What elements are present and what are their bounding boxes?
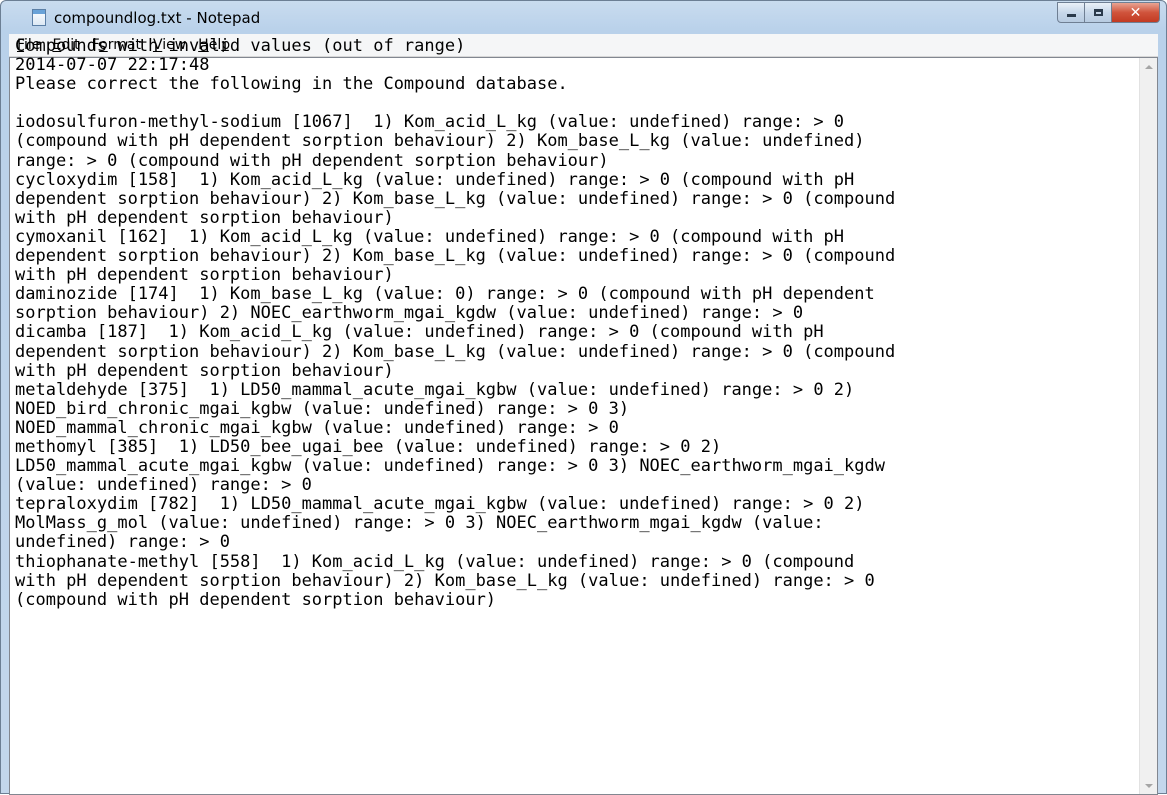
document-line: cycloxydim [158] 1) Kom_acid_L_kg (value… (15, 169, 855, 190)
document-line: dependent sorption behaviour) 2) Kom_bas… (15, 188, 896, 209)
document-line: cymoxanil [162] 1) Kom_acid_L_kg (value:… (15, 226, 845, 247)
document-line: range: > 0 (compound with pH dependent s… (15, 150, 609, 171)
caption-buttons: ✕ (1057, 2, 1160, 23)
document-line: sorption behaviour) 2) NOEC_earthworm_mg… (15, 303, 804, 324)
maximize-button[interactable] (1085, 2, 1112, 23)
document-line: (compound with pH dependent sorption beh… (15, 131, 865, 152)
document-line: daminozide [174] 1) Kom_base_L_kg (value… (15, 284, 875, 305)
document-line: dependent sorption behaviour) 2) Kom_bas… (15, 246, 896, 267)
document-line (15, 94, 1145, 113)
notepad-window: compoundlog.txt - Notepad ✕ File Edit Fo… (0, 0, 1167, 795)
notepad-icon[interactable] (32, 9, 46, 26)
document-line: 2014-07-07 22:17:48 (15, 55, 210, 76)
document-line: iodosulfuron-methyl-sodium [1067] 1) Kom… (15, 112, 845, 133)
minimize-button[interactable] (1057, 2, 1085, 23)
document-line: metaldehyde [375] 1) LD50_mammal_acute_m… (15, 379, 855, 400)
maximize-icon (1093, 9, 1103, 16)
document-line: dicamba [187] 1) Kom_acid_L_kg (value: u… (15, 322, 824, 343)
document-line: methomyl [385] 1) LD50_bee_ugai_bee (val… (15, 436, 722, 457)
document-line: Please correct the following in the Comp… (15, 74, 568, 95)
scroll-down-icon[interactable] (1140, 777, 1157, 794)
close-button[interactable]: ✕ (1112, 2, 1160, 23)
document-line: LD50_mammal_acute_mgai_kgbw (value: unde… (15, 456, 885, 477)
document-line: with pH dependent sorption behaviour) 2)… (15, 570, 875, 591)
document-line: (compound with pH dependent sorption beh… (15, 589, 497, 610)
document-line: NOED_mammal_chronic_mgai_kgbw (value: un… (15, 417, 619, 438)
document-line: with pH dependent sorption behaviour) (15, 265, 394, 286)
minimize-icon (1066, 14, 1076, 17)
document-line: (value: undefined) range: > 0 (15, 475, 312, 496)
document-text[interactable]: Compounds with invalid values (out of ra… (15, 37, 1145, 769)
document-line: dependent sorption behaviour) 2) Kom_bas… (15, 341, 896, 362)
document-line: Compounds with invalid values (out of ra… (15, 37, 466, 56)
document-line: tepraloxydim [782] 1) LD50_mammal_acute_… (15, 494, 865, 515)
close-icon: ✕ (1129, 4, 1142, 21)
title-bar[interactable]: compoundlog.txt - Notepad ✕ (1, 1, 1166, 34)
document-line: NOED_bird_chronic_mgai_kgbw (value: unde… (15, 398, 630, 419)
document-line: with pH dependent sorption behaviour) (15, 360, 394, 381)
document-line: thiophanate-methyl [558] 1) Kom_acid_L_k… (15, 551, 855, 572)
document-line: undefined) range: > 0 (15, 532, 230, 553)
document-line: MolMass_g_mol (value: undefined) range: … (15, 513, 824, 534)
window-title: compoundlog.txt - Notepad (54, 9, 261, 27)
document-line: with pH dependent sorption behaviour) (15, 207, 394, 228)
